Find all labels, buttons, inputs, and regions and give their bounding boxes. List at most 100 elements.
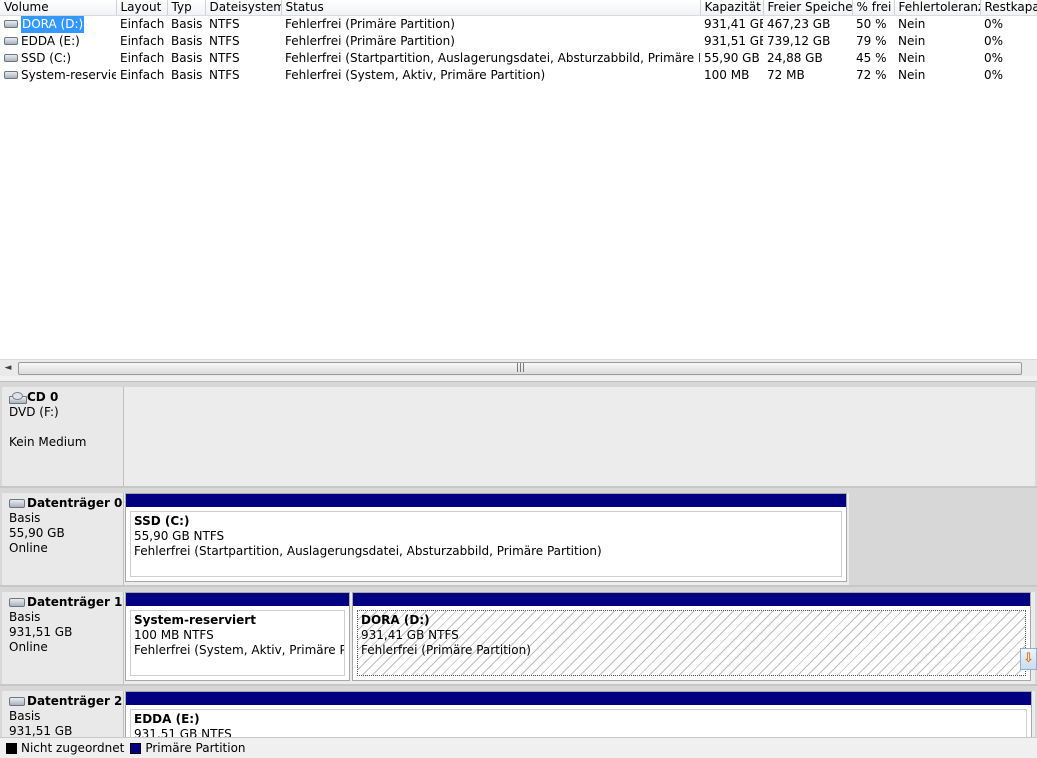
free-space-cell: 739,12 GB <box>767 33 831 48</box>
free-space-cell: 24,88 GB <box>767 50 823 65</box>
column-header-free-space[interactable]: Freier Speicher <box>763 0 853 16</box>
percent-free-cell: 45 % <box>856 50 887 65</box>
table-row[interactable]: System-reserviert Einfach Basis NTFS Feh… <box>0 67 1037 84</box>
fault-tolerance-cell: Nein <box>898 50 926 65</box>
filesystem-cell: NTFS <box>209 50 240 65</box>
disk-body-1: System-reserviert 100 MB NTFS Fehlerfrei… <box>123 592 1035 684</box>
disk-info-cd0[interactable]: CD 0 DVD (F:) Kein Medium <box>2 387 123 486</box>
drive-icon <box>4 71 18 79</box>
volume-table: Volume Layout Typ Dateisystem Status Kap… <box>0 0 1037 84</box>
free-space-cell: 467,23 GB <box>767 16 831 31</box>
fault-tolerance-cell: Nein <box>898 33 926 48</box>
status-cell: Fehlerfrei (Primäre Partition) <box>285 33 455 48</box>
capacity-cell: 931,41 GB <box>704 16 763 31</box>
disk-name: Datenträger 1 <box>27 595 123 609</box>
partition-name: SSD (C:) <box>134 514 190 528</box>
percent-free-cell: 79 % <box>856 33 887 48</box>
table-row[interactable]: SSD (C:) Einfach Basis NTFS Fehlerfrei (… <box>0 50 1037 67</box>
overhead-cell: 0% <box>984 16 1004 31</box>
disk-row-0: Datenträger 0 Basis 55,90 GB Online SSD … <box>0 488 1037 585</box>
type-cell: Basis <box>171 67 203 82</box>
legend-item-primary: Primäre Partition <box>130 741 246 755</box>
legend-label: Nicht zugeordnet <box>21 741 125 755</box>
drive-icon <box>4 37 18 45</box>
scroll-down-button[interactable]: ⇩ <box>1020 648 1037 670</box>
partition-system-reserved[interactable]: System-reserviert 100 MB NTFS Fehlerfrei… <box>125 592 350 681</box>
table-row[interactable]: EDDA (E:) Einfach Basis NTFS Fehlerfrei … <box>0 33 1037 50</box>
partition-details: System-reserviert 100 MB NTFS Fehlerfrei… <box>130 610 345 676</box>
column-header-layout[interactable]: Layout <box>116 0 168 16</box>
cd-drive-icon <box>9 391 27 404</box>
volume-name: SSD (C:) <box>21 50 72 65</box>
disk-status: Online <box>9 640 48 654</box>
partition-size: 931,51 GB NTFS <box>134 727 232 737</box>
legend-label: Primäre Partition <box>145 741 246 755</box>
partition-dora-d[interactable]: DORA (D:) 931,41 GB NTFS Fehlerfrei (Pri… <box>352 592 1031 681</box>
horizontal-scrollbar[interactable]: ◄ ||| <box>0 359 1037 376</box>
volume-list: Volume Layout Typ Dateisystem Status Kap… <box>0 0 1037 358</box>
column-header-capacity[interactable]: Kapazität <box>700 0 764 16</box>
disk-body-2: EDDA (E:) 931,51 GB NTFS <box>123 691 1035 737</box>
disk-name: Datenträger 0 <box>27 496 123 510</box>
partition-details: SSD (C:) 55,90 GB NTFS Fehlerfrei (Start… <box>130 511 842 577</box>
disk-info-2[interactable]: Datenträger 2 Basis 931,51 GB <box>2 691 123 737</box>
disk-icon <box>9 598 25 607</box>
disk-media-status: Kein Medium <box>9 435 87 449</box>
percent-free-cell: 72 % <box>856 67 887 82</box>
partition-ssd-c[interactable]: SSD (C:) 55,90 GB NTFS Fehlerfrei (Start… <box>125 493 847 582</box>
status-cell: Fehlerfrei (System, Aktiv, Primäre Parti… <box>285 67 546 82</box>
disk-info-0[interactable]: Datenträger 0 Basis 55,90 GB Online <box>2 493 123 585</box>
capacity-cell: 931,51 GB <box>704 33 763 48</box>
partition-edda-e[interactable]: EDDA (E:) 931,51 GB NTFS <box>125 691 1032 737</box>
partition-details-selected: DORA (D:) 931,41 GB NTFS Fehlerfrei (Pri… <box>357 610 1026 676</box>
partition-size: 931,41 GB NTFS <box>361 628 459 642</box>
disk-size: 55,90 GB <box>9 526 65 540</box>
disk-info-1[interactable]: Datenträger 1 Basis 931,51 GB Online <box>2 592 123 684</box>
column-header-filesystem[interactable]: Dateisystem <box>205 0 282 16</box>
primary-partition-bar <box>126 494 846 507</box>
capacity-cell: 100 MB <box>704 67 750 82</box>
partition-status: Fehlerfrei (Startpartition, Auslagerungs… <box>134 544 602 558</box>
partition-details: EDDA (E:) 931,51 GB NTFS <box>130 709 1027 737</box>
layout-cell: Einfach <box>120 50 165 65</box>
drive-icon <box>4 20 18 28</box>
type-cell: Basis <box>171 50 203 65</box>
disk-blank-line <box>9 420 123 435</box>
volume-name: EDDA (E:) <box>21 33 80 48</box>
column-header-type[interactable]: Typ <box>167 0 206 16</box>
partition-size: 100 MB NTFS <box>134 628 214 642</box>
primary-partition-bar <box>353 593 1030 606</box>
layout-cell: Einfach <box>120 16 165 31</box>
partition-status: Fehlerfrei (System, Aktiv, Primäre Parti… <box>134 643 344 657</box>
column-header-percent-free[interactable]: % frei <box>852 0 895 16</box>
table-row[interactable]: DORA (D:) Einfach Basis NTFS Fehlerfrei … <box>0 15 1037 33</box>
primary-partition-bar <box>126 692 1031 705</box>
disk-icon <box>9 499 25 508</box>
disk-size: 931,51 GB <box>9 625 73 639</box>
status-cell: Fehlerfrei (Startpartition, Auslagerungs… <box>285 50 700 65</box>
filesystem-cell: NTFS <box>209 16 240 31</box>
partition-name: EDDA (E:) <box>134 712 200 726</box>
disk-graphical-view: CD 0 DVD (F:) Kein Medium Datenträger 0 … <box>0 382 1037 737</box>
disk-size: 931,51 GB <box>9 724 73 737</box>
type-cell: Basis <box>171 33 203 48</box>
disk-status: Online <box>9 541 48 555</box>
disk-body-cd0 <box>123 387 1035 486</box>
scroll-left-arrow-icon[interactable]: ◄ <box>2 361 14 375</box>
disk-icon <box>9 697 25 706</box>
status-cell: Fehlerfrei (Primäre Partition) <box>285 16 455 31</box>
layout-cell: Einfach <box>120 33 165 48</box>
column-header-fault-tolerance[interactable]: Fehlertoleranz <box>894 0 981 16</box>
overhead-cell: 0% <box>984 33 1004 48</box>
scrollbar-thumb[interactable]: ||| <box>18 362 1022 375</box>
volume-name: DORA (D:) <box>21 15 85 33</box>
table-header: Volume Layout Typ Dateisystem Status Kap… <box>0 0 1037 16</box>
column-header-status[interactable]: Status <box>281 0 701 16</box>
column-header-overhead[interactable]: Restkapaz <box>980 0 1037 16</box>
volume-name: System-reserviert <box>21 67 116 82</box>
down-arrow-icon: ⇩ <box>1023 651 1034 666</box>
disk-row-cd0: CD 0 DVD (F:) Kein Medium <box>0 382 1037 486</box>
partition-name: DORA (D:) <box>361 613 430 627</box>
disk-type: Basis <box>9 610 41 624</box>
column-header-volume[interactable]: Volume <box>0 0 117 16</box>
